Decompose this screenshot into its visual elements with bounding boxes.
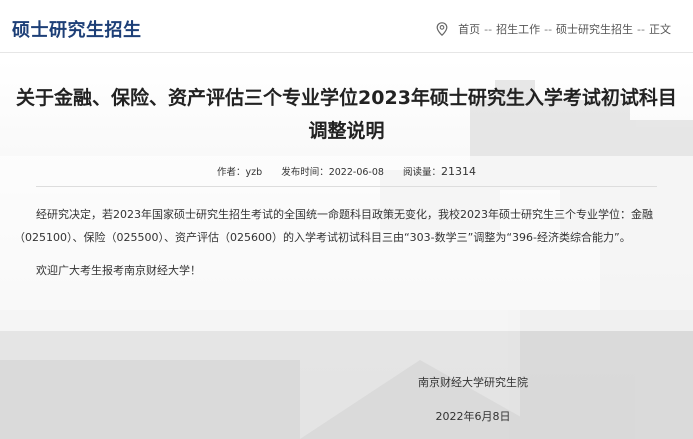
author-value: yzb bbox=[245, 167, 263, 178]
views-meta: 阅读量：21314 bbox=[402, 165, 476, 178]
signature-block: 南京财经大学研究生院 2022年6月8日 bbox=[408, 372, 538, 439]
date-value: 2022-06-08 bbox=[328, 167, 384, 178]
breadcrumb-separator: -- bbox=[544, 22, 553, 36]
meta-divider bbox=[36, 186, 657, 187]
signature-date: 2022年6月8日 bbox=[435, 410, 511, 423]
breadcrumb: 首页 -- 招生工作 -- 硕士研究生招生 -- 正文 bbox=[436, 21, 671, 37]
breadcrumb-separator: -- bbox=[637, 22, 645, 36]
article-title: 关于金融、保险、资产评估三个专业学位2023年硕士研究生入学考试初试科目调整说明 bbox=[16, 87, 677, 142]
breadcrumb-masters-link[interactable]: 硕士研究生招生 bbox=[556, 21, 633, 37]
date-meta: 发布时间：2022-06-08 bbox=[281, 167, 384, 178]
signature-organization: 南京财经大学研究生院 bbox=[418, 376, 528, 389]
article-content: 关于金融、保险、资产评估三个专业学位2023年硕士研究生入学考试初试科目调整说明… bbox=[0, 52, 693, 282]
article-body: 经研究决定，若2023年国家硕士研究生招生考试的全国统一命题科目政策无变化，我校… bbox=[14, 203, 679, 282]
author-label: 作者： bbox=[217, 167, 246, 178]
breadcrumb-home-link[interactable]: 首页 bbox=[458, 21, 480, 37]
views-label: 阅读量： bbox=[402, 167, 441, 178]
author-meta: 作者：yzb bbox=[217, 167, 262, 178]
article-meta: 作者：yzb 发布时间：2022-06-08 阅读量：21314 bbox=[0, 164, 693, 178]
breadcrumb-current: 正文 bbox=[649, 23, 671, 36]
section-title: 硕士研究生招生 bbox=[12, 20, 142, 41]
views-value: 21314 bbox=[440, 165, 476, 178]
breadcrumb-admissions-link[interactable]: 招生工作 bbox=[496, 21, 540, 37]
paragraph-decision: 经研究决定，若2023年国家硕士研究生招生考试的全国统一命题科目政策无变化，我校… bbox=[14, 208, 653, 244]
paragraph-welcome: 欢迎广大考生报考南京财经大学！ bbox=[36, 264, 201, 277]
site-header: 硕士研究生招生 首页 -- 招生工作 -- 硕士研究生招生 -- 正文 bbox=[0, 0, 693, 53]
breadcrumb-separator: -- bbox=[484, 22, 493, 36]
date-label: 发布时间： bbox=[281, 167, 329, 178]
location-pin-icon bbox=[436, 22, 448, 36]
page: 硕士研究生招生 首页 -- 招生工作 -- 硕士研究生招生 -- 正文 关于金融… bbox=[0, 0, 693, 439]
